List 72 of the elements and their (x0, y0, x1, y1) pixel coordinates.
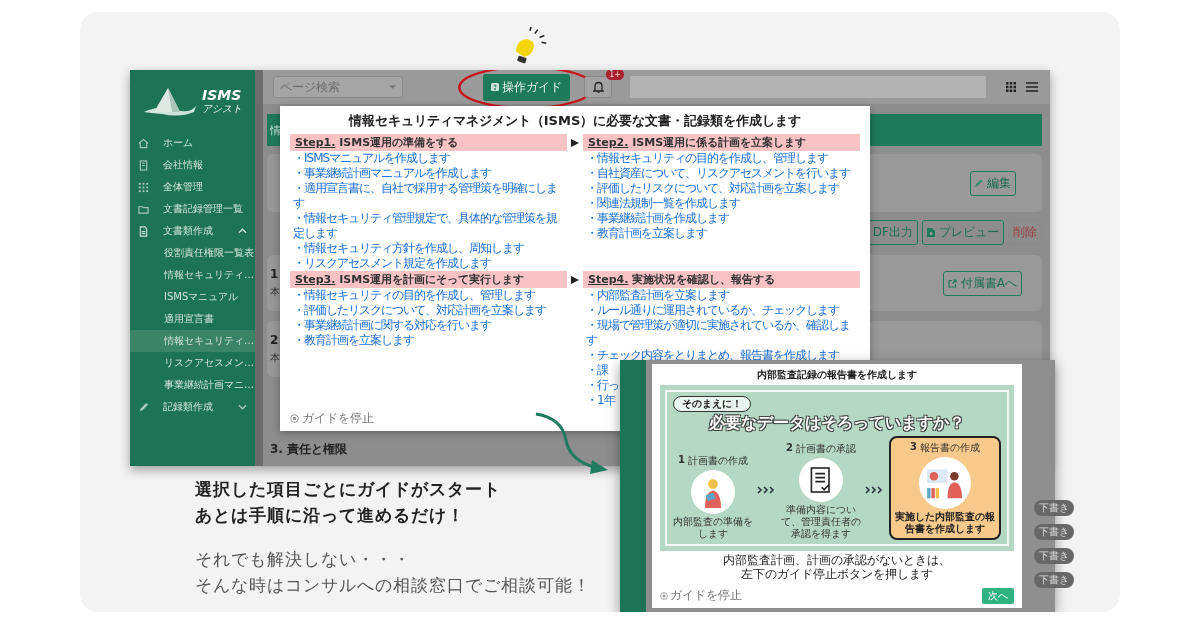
sidebar-item[interactable]: 全体管理 (130, 176, 255, 198)
guide-link[interactable]: ・適用宣言書に、自社で採用する管理策を明確にします (290, 181, 567, 211)
promo-text: それでも解決しない・・・ (195, 548, 412, 571)
step-label: 計画書の承認 (796, 442, 856, 456)
status-badge: 下書き (1034, 524, 1074, 540)
next-button[interactable]: 次へ (982, 587, 1014, 604)
guide-link[interactable]: ・自社資産について、リスクアセスメントを行います (583, 166, 860, 181)
step-header: Step4. 実施状況を確認し、報告する (583, 271, 860, 288)
sidebar-subitem[interactable]: ISMSマニュアル (130, 286, 255, 308)
guide-link[interactable]: ・情報セキュリティ方針を作成し、周知します (290, 241, 567, 256)
sidebar-item[interactable]: 文書記録管理一覧 (130, 198, 255, 220)
guide-title: 情報セキュリティマネジメント（ISMS）に必要な文書・記録類を作成します (347, 112, 803, 130)
sidebar-subitem[interactable]: リスクアセスメン… (130, 352, 255, 374)
sidebar-item[interactable]: ホーム (130, 132, 255, 154)
logo-subtitle: アシスト (202, 103, 242, 115)
status-badge: 下書き (1034, 572, 1074, 588)
step-header: Step3. ISMS運用を計画にそって実行します (290, 271, 567, 288)
callout-bubble: そのまえに！ (673, 396, 751, 412)
guide-button[interactable]: 操作ガイド (483, 73, 570, 101)
notification-badge: 1+ (606, 70, 624, 80)
step-header: Step2. ISMS運用に係る計画を立案します (583, 134, 860, 151)
step-label: 計画書の作成 (688, 454, 748, 468)
dialog-note: 内部監査計画、計画の承認がないときは、 (723, 553, 951, 567)
logo-title: ISMS (202, 87, 242, 104)
step-label: 報告書の作成 (920, 441, 980, 455)
sidebar-item[interactable]: 会社情報 (130, 154, 255, 176)
section-number: 1 (270, 267, 280, 281)
step-number: 2 (786, 442, 793, 455)
guide-link[interactable]: ・内部監査計画を立案します (583, 288, 860, 303)
guide-link[interactable]: ・ルール通りに運用されているか、チェックします (583, 303, 860, 318)
stop-guide-button[interactable]: ガイドを停止 (290, 410, 374, 427)
promo-text: そんな時はコンサルへの相談窓口でご相談可能！ (195, 574, 591, 597)
sidebar-subitem[interactable]: 役割責任権限一覧表 (130, 242, 255, 264)
promo-text: 選択した項目ごとにガイドがスタート (195, 478, 502, 501)
sidebar-subitem[interactable]: 情報セキュリティ… (130, 330, 255, 352)
guide-link[interactable]: ・教育計画を立案します (290, 333, 567, 348)
sidebar-subitem[interactable]: 事業継続計画マニ… (130, 374, 255, 396)
sidebar-subitem[interactable]: 適用宣言書 (130, 308, 255, 330)
guide-link[interactable]: ・リスクアセスメント規定を作成します (290, 256, 567, 271)
guide-link[interactable]: ・教育計画を立案します (583, 226, 860, 241)
guide-link[interactable]: ・現場で管理策が適切に実施されているか、確認します (583, 318, 860, 348)
step-caption: 実施した内部監査の報告書を作成します (895, 511, 995, 535)
status-badge: 下書き (1034, 500, 1074, 516)
sidebar-item[interactable]: 記録類作成 (130, 396, 255, 418)
sidebar-item[interactable]: 文書類作成 (130, 220, 255, 242)
dialog-title: 内部監査記録の報告書を作成します (756, 368, 918, 382)
page-title: 情 (270, 122, 281, 138)
guide-link[interactable]: ・評価したリスクについて、対応計画を立案します (290, 303, 567, 318)
section-heading: 3. 責任と権限 (269, 441, 348, 458)
guide-link[interactable]: ・ISMSマニュアルを作成します (290, 151, 567, 166)
guide-link[interactable]: ・情報セキュリティ管理規定で、具体的な管理策を規定します (290, 211, 567, 241)
section-excerpt: 本 (270, 285, 280, 299)
status-badge: 下書き (1034, 548, 1074, 564)
guide-link[interactable]: ・事業継続計画マニュアルを作成します (290, 166, 567, 181)
step-caption: 準備内容について、管理責任者の承認を得ます (781, 504, 861, 540)
step-number: 1 (678, 454, 685, 467)
guide-link[interactable]: ・情報セキュリティの目的を作成し、管理します (583, 151, 860, 166)
guide-heading: 必要なデータはそろっていますか？ (709, 413, 965, 434)
guide-link[interactable]: ・情報セキュリティの目的を作成し、管理します (290, 288, 567, 303)
dialog-note: 左下のガイド停止ボタンを押します (741, 567, 933, 581)
promo-text: あとは手順に沿って進めるだけ！ (195, 504, 466, 527)
section-number: 2 (270, 333, 280, 347)
guide-link[interactable]: ・事業継続計画を作成します (583, 211, 860, 226)
sidebar-subitem[interactable]: 情報セキュリティ… (130, 264, 255, 286)
step-number: 3 (910, 441, 917, 454)
section-excerpt: 本 (270, 351, 280, 365)
step-header: Step1. ISMS運用の準備をする (290, 134, 567, 151)
step-caption: 内部監査の準備をします (673, 516, 753, 540)
stop-guide-button[interactable]: ガイドを停止 (660, 587, 742, 604)
guide-link[interactable]: ・評価したリスクについて、対応計画を立案します (583, 181, 860, 196)
guide-link[interactable]: ・関連法規制一覧を作成します (583, 196, 860, 211)
guide-link[interactable]: ・事業継続計画に関する対応を行います (290, 318, 567, 333)
